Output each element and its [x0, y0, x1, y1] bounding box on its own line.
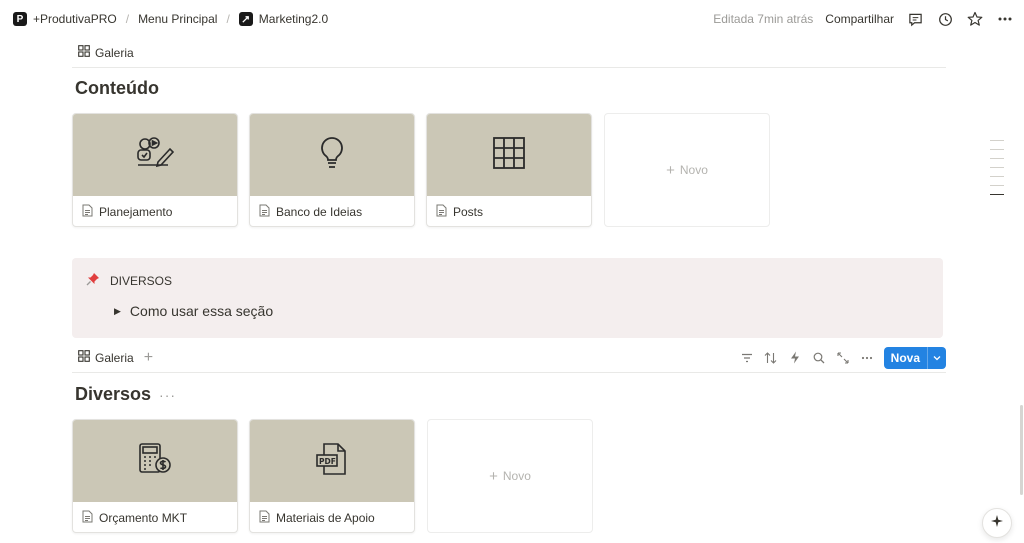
- gallery-view-icon: [78, 350, 90, 365]
- filter-icon[interactable]: [740, 351, 754, 365]
- outline-mark[interactable]: [990, 149, 1004, 150]
- sort-icon[interactable]: [764, 351, 778, 365]
- card-cover: [250, 114, 414, 196]
- page-icon: [238, 12, 253, 26]
- card-footer: Materiais de Apoio: [250, 502, 414, 532]
- edited-status: Editada 7min atrás: [713, 12, 814, 26]
- card-footer: Planejamento: [73, 196, 237, 226]
- section-title-diversos[interactable]: Diversos ···: [75, 384, 176, 405]
- planning-icon: [136, 136, 175, 175]
- gallery-new-card[interactable]: + Novo: [427, 419, 593, 533]
- gallery-view-icon: [78, 45, 90, 60]
- scrollbar[interactable]: [1020, 405, 1023, 495]
- breadcrumb-page[interactable]: Marketing2.0: [236, 10, 331, 28]
- top-bar: P +ProdutivaPRO / Menu Principal / Marke…: [0, 0, 1024, 38]
- plus-icon: +: [489, 467, 498, 485]
- more-options-icon[interactable]: [996, 10, 1014, 28]
- breadcrumb-parent-label: Menu Principal: [138, 12, 218, 26]
- breadcrumb-workspace-label: +ProdutivaPRO: [33, 12, 117, 26]
- breadcrumb-page-label: Marketing2.0: [258, 12, 329, 26]
- database-toolbar: Nova: [740, 346, 946, 369]
- grid-icon: [492, 136, 526, 175]
- card-title: Materiais de Apoio: [276, 511, 375, 525]
- page-document-icon: [436, 204, 447, 220]
- gallery-card-materiais-de-apoio[interactable]: PDF Materiais de Apoio: [249, 419, 415, 533]
- toggle-como-usar[interactable]: ▶ Como usar essa seção: [114, 303, 273, 319]
- lightbulb-icon: [319, 136, 345, 175]
- breadcrumb-separator: /: [226, 12, 230, 26]
- card-cover: [427, 114, 591, 196]
- callout-diversos: DIVERSOS ▶ Como usar essa seção: [72, 258, 943, 338]
- gallery-card-posts[interactable]: Posts: [426, 113, 592, 227]
- card-title: Posts: [453, 205, 484, 219]
- add-view-icon[interactable]: +: [144, 349, 153, 366]
- outline-mark[interactable]: [990, 185, 1004, 186]
- callout-header: DIVERSOS: [86, 272, 172, 289]
- ai-assistant-button[interactable]: [982, 508, 1012, 538]
- svg-text:PDF: PDF: [319, 457, 336, 466]
- more-options-icon[interactable]: [860, 351, 874, 365]
- tab-gallery[interactable]: Galeria: [72, 350, 140, 365]
- card-footer: Posts: [427, 196, 591, 226]
- gallery-card-orcamento-mkt[interactable]: Orçamento MKT: [72, 419, 238, 533]
- card-title: Banco de Ideias: [276, 205, 363, 219]
- new-card-label: Novo: [679, 163, 708, 177]
- card-footer: Orçamento MKT: [73, 502, 237, 532]
- card-cover: PDF: [250, 420, 414, 502]
- automation-lightning-icon[interactable]: [788, 351, 802, 365]
- toggle-triangle-icon[interactable]: ▶: [114, 306, 121, 317]
- card-cover: [73, 420, 237, 502]
- breadcrumb-separator: /: [125, 12, 130, 26]
- pdf-icon: PDF: [315, 442, 349, 481]
- tab-gallery-label: Galeria: [95, 45, 134, 60]
- section-more-icon[interactable]: ···: [159, 387, 176, 403]
- callout-title: DIVERSOS: [110, 273, 173, 288]
- calculator-icon: [138, 442, 172, 481]
- outline-mark[interactable]: [990, 158, 1004, 159]
- plus-icon: +: [666, 161, 675, 179]
- gallery-card-banco-de-ideias[interactable]: Banco de Ideias: [249, 113, 415, 227]
- card-title: Planejamento: [99, 205, 173, 219]
- page-document-icon: [259, 204, 270, 220]
- pushpin-icon: [86, 272, 100, 289]
- section-title-label: Diversos: [75, 384, 152, 404]
- search-icon[interactable]: [812, 351, 826, 365]
- share-button[interactable]: Compartilhar: [825, 12, 894, 26]
- toggle-label: Como usar essa seção: [129, 303, 274, 319]
- chevron-down-icon[interactable]: [927, 346, 946, 369]
- card-cover: [73, 114, 237, 196]
- page-document-icon: [82, 204, 93, 220]
- tab-gallery-label: Galeria: [95, 350, 134, 365]
- top-actions: Editada 7min atrás Compartilhar: [713, 10, 1014, 28]
- outline-mark[interactable]: [990, 176, 1004, 177]
- tab-gallery[interactable]: Galeria: [72, 45, 140, 60]
- page-document-icon: [82, 510, 93, 526]
- page-document-icon: [259, 510, 270, 526]
- expand-arrows-icon[interactable]: [836, 351, 850, 365]
- card-footer: Banco de Ideias: [250, 196, 414, 226]
- new-card-label: Novo: [502, 469, 531, 483]
- gallery-new-card[interactable]: + Novo: [604, 113, 770, 227]
- outline-mark[interactable]: [990, 140, 1004, 141]
- card-title: Orçamento MKT: [99, 511, 188, 525]
- gallery-view-bar-diversos: Galeria + Nova: [72, 343, 946, 373]
- gallery-view-bar: Galeria: [72, 38, 946, 68]
- page-outline[interactable]: [990, 140, 1004, 195]
- gallery-card-planejamento[interactable]: Planejamento: [72, 113, 238, 227]
- breadcrumb-parent[interactable]: Menu Principal: [135, 10, 220, 28]
- comments-icon[interactable]: [906, 10, 924, 28]
- section-title-label: Conteúdo: [75, 78, 159, 98]
- history-clock-icon[interactable]: [936, 10, 954, 28]
- workspace-logo-icon: P: [13, 12, 27, 26]
- favorite-star-icon[interactable]: [966, 10, 984, 28]
- outline-mark[interactable]: [990, 167, 1004, 168]
- outline-mark-active[interactable]: [990, 194, 1004, 195]
- breadcrumb: P +ProdutivaPRO / Menu Principal / Marke…: [10, 10, 331, 28]
- breadcrumb-workspace[interactable]: P +ProdutivaPRO: [10, 10, 120, 28]
- sparkle-icon: [990, 514, 1004, 533]
- new-entry-label: Nova: [890, 350, 920, 365]
- section-title-conteudo[interactable]: Conteúdo: [75, 78, 159, 99]
- new-entry-button[interactable]: Nova: [883, 346, 946, 369]
